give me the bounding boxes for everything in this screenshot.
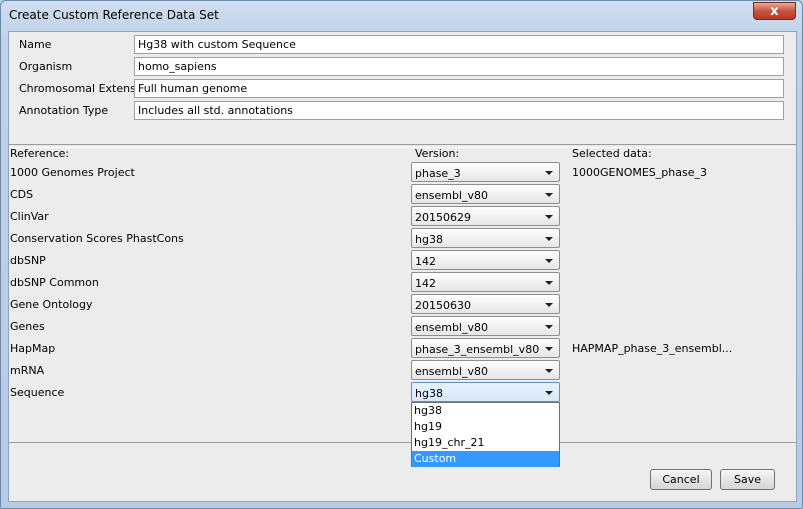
window-title: Create Custom Reference Data Set — [9, 8, 219, 22]
selected-data-header: Selected data: — [572, 147, 652, 160]
reference-name: mRNA — [10, 364, 45, 377]
name-label: Name — [19, 38, 52, 51]
chevron-down-icon — [545, 193, 553, 197]
version-value: ensembl_v80 — [415, 189, 488, 202]
version-select-cds[interactable]: ensembl_v80 — [411, 184, 560, 204]
version-header: Version: — [415, 147, 460, 160]
dropdown-option-hg19-chr-21[interactable]: hg19_chr_21 — [412, 435, 559, 451]
chevron-down-icon — [545, 303, 553, 307]
save-button[interactable]: Save — [720, 469, 775, 490]
chevron-down-icon — [545, 215, 553, 219]
metadata-panel: Name Hg38 with custom Sequence Organism … — [9, 32, 796, 144]
name-row: Name Hg38 with custom Sequence — [9, 34, 796, 54]
version-value: phase_3 — [415, 167, 461, 180]
reference-name: ClinVar — [10, 210, 49, 223]
chevron-down-icon — [545, 391, 553, 395]
reference-header: Reference: — [10, 147, 70, 160]
version-select-dbsnp[interactable]: 142 — [411, 250, 560, 270]
title-bar[interactable]: Create Custom Reference Data Set x — [1, 1, 802, 31]
version-value: ensembl_v80 — [415, 321, 488, 334]
version-value: 142 — [415, 277, 436, 290]
version-select-dbsnp-common[interactable]: 142 — [411, 272, 560, 292]
version-select-1000-genomes[interactable]: phase_3 — [411, 162, 560, 182]
chevron-down-icon — [545, 281, 553, 285]
reference-name: Conservation Scores PhastCons — [10, 232, 184, 245]
chromosomal-extension-label: Chromosomal Extension — [19, 82, 153, 95]
reference-name: HapMap — [10, 342, 56, 355]
reference-name: dbSNP Common — [10, 276, 99, 289]
reference-panel: Reference: Version: Selected data: 1000 … — [9, 146, 796, 443]
chevron-down-icon — [545, 237, 553, 241]
version-select-mrna[interactable]: ensembl_v80 — [411, 360, 560, 380]
reference-row-dbsnp-common: dbSNP Common 142 — [9, 270, 796, 292]
version-value: phase_3_ensembl_v80 — [415, 343, 540, 356]
version-select-hapmap[interactable]: phase_3_ensembl_v80 — [411, 338, 560, 358]
dialog-content: Name Hg38 with custom Sequence Organism … — [8, 31, 797, 502]
version-select-sequence[interactable]: hg38 — [411, 382, 560, 402]
name-field[interactable]: Hg38 with custom Sequence — [134, 35, 784, 54]
version-value: 20150630 — [415, 299, 471, 312]
annotation-type-row: Annotation Type Includes all std. annota… — [9, 100, 796, 120]
organism-row: Organism homo_sapiens — [9, 56, 796, 76]
reference-row-clinvar: ClinVar 20150629 — [9, 204, 796, 226]
reference-name: Genes — [10, 320, 45, 333]
version-value: 20150629 — [415, 211, 471, 224]
close-icon: x — [770, 4, 779, 19]
version-value: ensembl_v80 — [415, 365, 488, 378]
cancel-button[interactable]: Cancel — [650, 469, 712, 490]
reference-name: 1000 Genomes Project — [10, 166, 135, 179]
organism-field[interactable]: homo_sapiens — [134, 57, 784, 76]
reference-row-genes: Genes ensembl_v80 — [9, 314, 796, 336]
reference-name: CDS — [10, 188, 34, 201]
reference-row-1000-genomes: 1000 Genomes Project phase_3 1000GENOMES… — [9, 160, 796, 182]
chevron-down-icon — [545, 325, 553, 329]
annotation-type-field[interactable]: Includes all std. annotations — [134, 101, 784, 120]
chromosomal-extension-field[interactable]: Full human genome — [134, 79, 784, 98]
reference-row-cds: CDS ensembl_v80 — [9, 182, 796, 204]
chevron-down-icon — [545, 259, 553, 263]
dropdown-option-hg38[interactable]: hg38 — [412, 403, 559, 419]
version-value: hg38 — [415, 233, 443, 246]
version-select-genes[interactable]: ensembl_v80 — [411, 316, 560, 336]
dialog-window: Create Custom Reference Data Set x Name … — [0, 0, 803, 509]
reference-name: Sequence — [10, 386, 65, 399]
reference-row-dbsnp: dbSNP 142 — [9, 248, 796, 270]
selected-data-value: HAPMAP_phase_3_ensembl... — [572, 342, 733, 355]
reference-row-gene-ontology: Gene Ontology 20150630 — [9, 292, 796, 314]
chevron-down-icon — [545, 171, 553, 175]
selected-data-value: 1000GENOMES_phase_3 — [572, 166, 707, 179]
version-value: hg38 — [415, 387, 443, 400]
reference-name: Gene Ontology — [10, 298, 93, 311]
reference-row-sequence: Sequence hg38 — [9, 380, 796, 402]
chromosomal-extension-row: Chromosomal Extension Full human genome — [9, 78, 796, 98]
version-value: 142 — [415, 255, 436, 268]
version-select-phastcons[interactable]: hg38 — [411, 228, 560, 248]
version-select-clinvar[interactable]: 20150629 — [411, 206, 560, 226]
sequence-dropdown-list: hg38 hg19 hg19_chr_21 Custom — [411, 402, 560, 467]
dropdown-option-custom[interactable]: Custom — [412, 451, 559, 467]
dropdown-option-hg19[interactable]: hg19 — [412, 419, 559, 435]
close-button[interactable]: x — [753, 2, 796, 20]
chevron-down-icon — [545, 369, 553, 373]
annotation-type-label: Annotation Type — [19, 104, 109, 117]
version-select-gene-ontology[interactable]: 20150630 — [411, 294, 560, 314]
reference-row-phastcons: Conservation Scores PhastCons hg38 — [9, 226, 796, 248]
reference-row-mrna: mRNA ensembl_v80 — [9, 358, 796, 380]
organism-label: Organism — [19, 60, 73, 73]
reference-name: dbSNP — [10, 254, 46, 267]
chevron-down-icon — [545, 347, 553, 351]
reference-row-hapmap: HapMap phase_3_ensembl_v80 HAPMAP_phase_… — [9, 336, 796, 358]
